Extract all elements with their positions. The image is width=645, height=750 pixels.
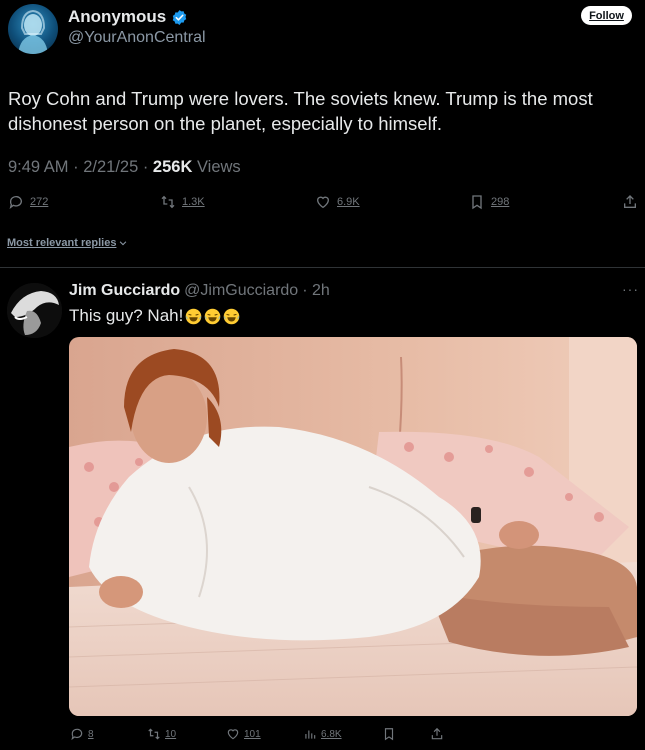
views-icon bbox=[305, 730, 316, 739]
reply-text: This guy? Nah! bbox=[69, 306, 184, 325]
tweet-meta: 9:49 AM · 2/21/25 · 256K Views bbox=[8, 158, 241, 177]
bookmark-count: 298 bbox=[491, 196, 510, 208]
follow-button[interactable]: Follow bbox=[581, 6, 632, 25]
divider bbox=[0, 267, 645, 268]
author-avatar[interactable] bbox=[8, 4, 58, 54]
repost-icon bbox=[161, 195, 175, 209]
bookmark-icon bbox=[472, 195, 482, 210]
like-icon bbox=[316, 196, 330, 209]
bookmark-action[interactable]: 298 bbox=[469, 194, 509, 210]
tweet-text: Roy Cohn and Trump were lovers. The sovi… bbox=[8, 88, 593, 134]
reply-header: Jim Gucciardo @JimGucciardo · 2h bbox=[69, 282, 330, 300]
reply-like-count: 101 bbox=[244, 728, 261, 740]
reply-photo[interactable] bbox=[69, 337, 637, 716]
reply-author-handle[interactable]: @JimGucciardo bbox=[184, 282, 298, 300]
share-icon bbox=[624, 195, 636, 208]
sort-label: Most relevant replies bbox=[7, 237, 117, 249]
like-count: 6.9K bbox=[337, 196, 360, 208]
reply-reply-count: 8 bbox=[88, 728, 94, 740]
more-icon[interactable]: ··· bbox=[622, 281, 639, 297]
author-name-row[interactable]: Anonymous bbox=[68, 7, 188, 27]
tweet-timestamp[interactable]: 9:49 AM · 2/21/25 · bbox=[8, 158, 153, 176]
verified-badge-icon bbox=[173, 9, 187, 25]
share-action[interactable] bbox=[622, 194, 638, 210]
reply-author-name[interactable]: Jim Gucciardo bbox=[69, 282, 180, 300]
reply-repost-count: 10 bbox=[165, 728, 177, 740]
author-handle[interactable]: @YourAnonCentral bbox=[68, 29, 206, 47]
views-count: 256K bbox=[152, 158, 193, 176]
laughing-emoji-icon bbox=[205, 308, 221, 324]
reply-count: 272 bbox=[30, 196, 49, 208]
reply-bookmark-action[interactable] bbox=[382, 727, 396, 741]
author-display-name[interactable]: Anonymous bbox=[68, 7, 166, 27]
repost-count: 1.3K bbox=[182, 196, 205, 208]
laughing-emoji-icon bbox=[224, 308, 240, 324]
reply-repost-action[interactable]: 10 bbox=[147, 727, 176, 741]
reply-icon bbox=[71, 728, 83, 741]
reply-reply-action[interactable]: 8 bbox=[70, 727, 94, 741]
reply-icon bbox=[9, 196, 22, 209]
reply-views-count: 6.8K bbox=[321, 728, 342, 740]
repost-action[interactable]: 1.3K bbox=[160, 194, 205, 210]
like-action[interactable]: 6.9K bbox=[315, 194, 360, 210]
share-icon bbox=[431, 727, 443, 740]
like-icon bbox=[227, 729, 239, 740]
bookmark-icon bbox=[384, 728, 394, 741]
laughing-emoji-icon bbox=[186, 308, 202, 324]
reply-author-avatar[interactable] bbox=[7, 283, 62, 338]
reply-views-action[interactable]: 6.8K bbox=[303, 727, 342, 741]
views-label: Views bbox=[192, 158, 241, 176]
reply-like-action[interactable]: 101 bbox=[226, 727, 261, 741]
chevron-down-icon bbox=[120, 241, 127, 246]
reply-share-action[interactable] bbox=[430, 727, 444, 741]
reply-action[interactable]: 272 bbox=[8, 194, 48, 210]
repost-icon bbox=[148, 728, 160, 740]
reply-timestamp[interactable]: · 2h bbox=[302, 282, 330, 300]
reply-sort-dropdown[interactable]: Most relevant replies bbox=[7, 237, 128, 249]
reply-text-row: This guy? Nah! bbox=[69, 306, 240, 326]
